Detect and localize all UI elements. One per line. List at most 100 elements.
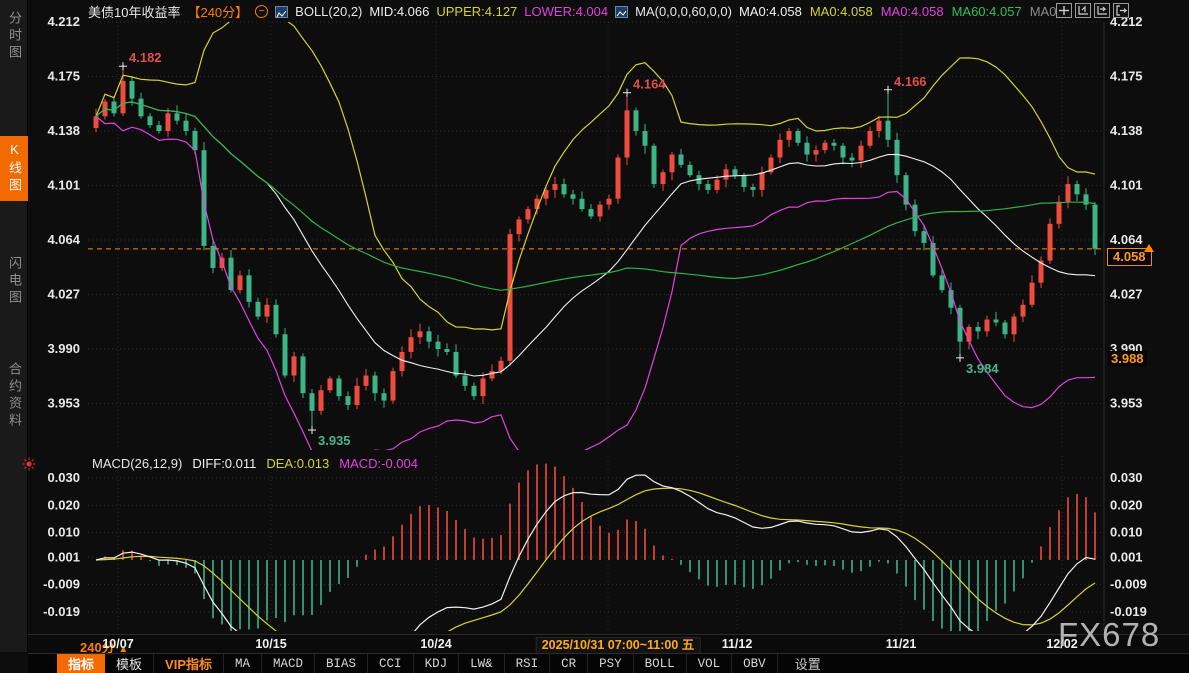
svg-text:4.212: 4.212 (47, 14, 80, 29)
ma-value-0: MA0:4.058 (739, 4, 802, 19)
svg-text:0.020: 0.020 (1110, 497, 1143, 512)
svg-text:-0.009: -0.009 (1110, 577, 1147, 592)
dea-line (96, 488, 1095, 652)
scale-axis-right-icon[interactable] (1094, 3, 1110, 18)
indicator-toolbar: 指标模板VIP指标MAMACDBIASCCIKDJLW&RSICRPSYBOLL… (28, 653, 1189, 673)
selected-bar-time-label: 2025/10/31 07:00~11:00 五 (536, 637, 701, 654)
time-axis-row: 240分 ▲ 10/0710/1510/242025/10/31 07:00~1… (28, 634, 1189, 653)
boll-mid-line (96, 102, 1095, 376)
svg-text:-0.019: -0.019 (43, 604, 80, 619)
svg-text:4.101: 4.101 (47, 178, 80, 193)
crosshair-tool-icon[interactable] (1056, 3, 1072, 18)
page-forward-icon[interactable] (1113, 3, 1129, 18)
boll-lower-line (96, 116, 1095, 481)
boll-indicator-icon[interactable] (275, 6, 288, 18)
svg-text:4.027: 4.027 (47, 287, 80, 302)
toolbar-item-psy[interactable]: PSY (588, 654, 634, 673)
svg-text:3.935: 3.935 (318, 433, 351, 448)
svg-text:0.030: 0.030 (1110, 470, 1143, 485)
macd-header: MACD(26,12,9) DIFF:0.011 DEA:0.013 MACD:… (92, 456, 418, 471)
toolbar-item-cci[interactable]: CCI (368, 654, 414, 673)
trading-app: 4.1823.9354.1644.1663.9844.2124.2124.175… (0, 0, 1189, 673)
toolbar-item-bias[interactable]: BIAS (315, 654, 368, 673)
svg-text:4.027: 4.027 (1110, 287, 1143, 302)
axis-labels: 4.2124.2124.1754.1754.1384.1384.1014.101… (43, 14, 1147, 619)
svg-text:0.030: 0.030 (47, 470, 80, 485)
date-tick-label: 10/24 (420, 637, 451, 651)
chart-canvas[interactable]: 4.1823.9354.1644.1663.9844.2124.2124.175… (0, 0, 1189, 652)
date-tick-label: 11/21 (886, 637, 917, 651)
svg-text:-0.009: -0.009 (43, 577, 80, 592)
sidebar-item-0[interactable]: 分时图 (0, 5, 28, 68)
ma-value-1: MA0:4.058 (810, 4, 873, 19)
svg-text:0.010: 0.010 (47, 525, 80, 540)
scale-axis-left-icon[interactable] (1075, 3, 1091, 18)
macd-bar-value: MACD:-0.004 (339, 456, 418, 471)
svg-text:4.166: 4.166 (894, 74, 927, 89)
instrument-title: 美债10年收益率 (88, 2, 180, 21)
toolbar-item-rsi[interactable]: RSI (505, 654, 551, 673)
svg-text:4.138: 4.138 (1110, 123, 1143, 138)
date-tick-label: 11/12 (722, 637, 753, 651)
toolbar-item-template[interactable]: 模板 (105, 654, 154, 673)
toolbar-item-ma[interactable]: MA (224, 654, 262, 673)
zoom-out-icon[interactable]: − (255, 5, 268, 18)
macd-name: MACD(26,12,9) (92, 456, 182, 471)
interval-tag: 【240分】 (187, 2, 248, 21)
candlestick-layer (94, 66, 1098, 430)
scroll-to-latest-icon[interactable] (1144, 239, 1154, 252)
macd-histogram (96, 464, 1095, 642)
secondary-price-label: 3.988 (1108, 351, 1147, 366)
toolbar-item-obv[interactable]: OBV (732, 654, 778, 673)
toolbar-item-settings[interactable]: 设置 (784, 654, 832, 673)
toolbar-item-vol[interactable]: VOL (687, 654, 733, 673)
macd-diff-value: DIFF:0.011 (192, 456, 256, 471)
sidebar-item-3[interactable]: 合约资料 (0, 356, 28, 436)
svg-text:4.164: 4.164 (633, 77, 666, 92)
svg-text:0.001: 0.001 (47, 549, 80, 564)
toolbar-item-kdj[interactable]: KDJ (414, 654, 460, 673)
toolbar-item-cr[interactable]: CR (550, 654, 588, 673)
ma-value-2: MA0:4.058 (881, 4, 944, 19)
svg-text:3.953: 3.953 (1110, 396, 1143, 411)
grid-layer (88, 22, 1104, 631)
toolbar-item-vip-indicator[interactable]: VIP指标 (154, 654, 224, 673)
ma60-line (96, 102, 1095, 290)
boll-upper-value: UPPER:4.127 (436, 4, 517, 19)
svg-text:4.064: 4.064 (47, 232, 80, 247)
svg-text:4.138: 4.138 (47, 123, 80, 138)
toolbar-item-boll[interactable]: BOLL (634, 654, 687, 673)
boll-upper-line (96, 15, 1095, 330)
svg-text:4.175: 4.175 (1110, 69, 1143, 84)
boll-mid-value: MID:4.066 (369, 4, 429, 19)
svg-text:4.175: 4.175 (47, 69, 80, 84)
toolbar-item-lwr[interactable]: LW& (459, 654, 505, 673)
svg-text:3.984: 3.984 (966, 361, 999, 376)
ma-indicator-icon[interactable] (615, 6, 628, 18)
chart-window-controls (1056, 3, 1129, 18)
date-tick-label: 10/07 (102, 637, 133, 651)
chart-header: 美债10年收益率 【240分】 − BOLL(20,2) MID:4.066 U… (88, 3, 1060, 20)
svg-text:3.953: 3.953 (47, 396, 80, 411)
ma-values: MA0:4.058MA0:4.058MA0:4.058MA60:4.057MA0… (739, 4, 1060, 19)
toolbar-item-macd[interactable]: MACD (262, 654, 315, 673)
svg-text:4.101: 4.101 (1110, 178, 1143, 193)
sidebar-item-1[interactable]: K线图 (0, 136, 28, 201)
sidebar: 分时图 K线图闪电图合约资料 (0, 0, 28, 652)
ma-value-3: MA60:4.057 (952, 4, 1022, 19)
boll-name: BOLL(20,2) (295, 4, 362, 19)
sidebar-item-2[interactable]: 闪电图 (0, 250, 28, 313)
ma-name: MA(0,0,0,60,0,0) (635, 4, 732, 19)
live-indicator-icon (22, 457, 36, 476)
svg-text:4.064: 4.064 (1110, 232, 1143, 247)
svg-text:3.990: 3.990 (47, 341, 80, 356)
date-tick-label: 10/15 (255, 637, 286, 651)
svg-text:0.010: 0.010 (1110, 525, 1143, 540)
boll-lower-value: LOWER:4.004 (524, 4, 608, 19)
macd-dea-value: DEA:0.013 (266, 456, 329, 471)
toolbar-item-indicator[interactable]: 指标 (57, 654, 105, 673)
svg-text:0.001: 0.001 (1110, 549, 1143, 564)
watermark: FX678 (1058, 616, 1160, 654)
svg-text:4.182: 4.182 (129, 50, 162, 65)
svg-text:0.020: 0.020 (47, 497, 80, 512)
